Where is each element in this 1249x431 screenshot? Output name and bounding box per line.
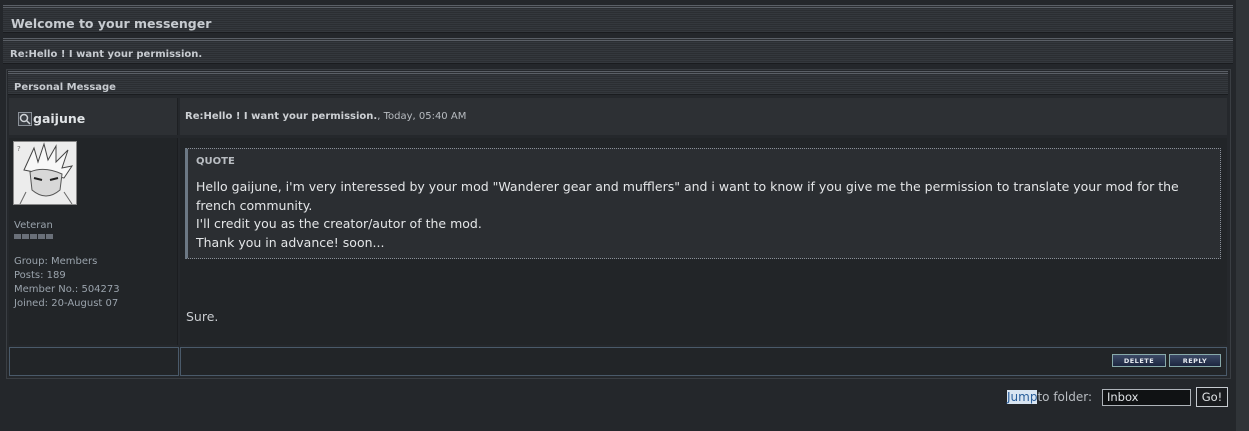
message-footer: DELETE REPLY [180, 347, 1227, 376]
rank-pip [38, 234, 45, 239]
delete-button[interactable]: DELETE [1112, 354, 1166, 367]
messenger-title: Welcome to your messenger [11, 16, 212, 31]
avatar[interactable]: ? [13, 141, 77, 205]
rank-pip [46, 234, 53, 239]
jump-highlight: Jump [1007, 390, 1038, 404]
member-group: Group: Members [14, 256, 98, 267]
quote-label: QUOTE [196, 156, 235, 167]
section-title: Personal Message [14, 82, 116, 93]
member-rank: Veteran [14, 220, 53, 231]
quote-line: Hello gaijune, i'm very interessed by yo… [196, 179, 1179, 194]
svg-text:?: ? [17, 145, 21, 153]
rank-pip [30, 234, 37, 239]
page-scrollbar-gutter [1236, 0, 1249, 431]
subject-bar: Re:Hello ! I want your permission. [3, 38, 1233, 64]
reply-button[interactable]: REPLY [1169, 354, 1221, 367]
jump-label: to folder: [1037, 390, 1092, 404]
jump-to-folder: Jump to folder: Inbox Go! [1007, 387, 1228, 407]
message-header: Re:Hello ! I want your permission., Toda… [180, 98, 1227, 135]
author-footer [9, 347, 179, 376]
subject-title: Re:Hello ! I want your permission. [10, 49, 203, 60]
author-info: ? Veteran Group: Members Posts: 189 Memb… [9, 138, 178, 345]
member-joined: Joined: 20-August 07 [14, 298, 119, 309]
quote-block: QUOTE Hello gaijune, i'm very interessed… [185, 148, 1221, 259]
go-button[interactable]: Go! [1195, 387, 1228, 407]
quote-line: I'll credit you as the creator/autor of … [196, 216, 482, 231]
message-title-line: Re:Hello ! I want your permission., Toda… [185, 111, 466, 122]
folder-select[interactable]: Inbox [1101, 388, 1191, 406]
quote-text: Hello gaijune, i'm very interessed by yo… [196, 178, 1212, 252]
message-title: Re:Hello ! I want your permission. [185, 111, 378, 122]
reply-text: Sure. [186, 309, 219, 324]
author-username[interactable]: gaijune [33, 111, 85, 126]
message-date: , Today, 05:40 AM [377, 111, 467, 122]
section-header: Personal Message [8, 71, 1228, 95]
messenger-header: Welcome to your messenger [3, 5, 1233, 33]
author-header: gaijune [9, 98, 178, 135]
rank-pip [22, 234, 29, 239]
author-name[interactable]: gaijune [18, 111, 85, 126]
profile-icon [18, 111, 32, 126]
quote-line: Thank you in advance! soon... [196, 234, 385, 250]
rank-pips [14, 234, 53, 239]
message-body: QUOTE Hello gaijune, i'm very interessed… [180, 138, 1227, 345]
member-stats: Group: Members Posts: 189 Member No.: 50… [14, 255, 120, 311]
member-number: Member No.: 504273 [14, 284, 120, 295]
avatar-image: ? [14, 142, 76, 205]
member-posts: Posts: 189 [14, 270, 66, 281]
quote-line: french community. [196, 197, 313, 213]
rank-pip [14, 234, 21, 239]
